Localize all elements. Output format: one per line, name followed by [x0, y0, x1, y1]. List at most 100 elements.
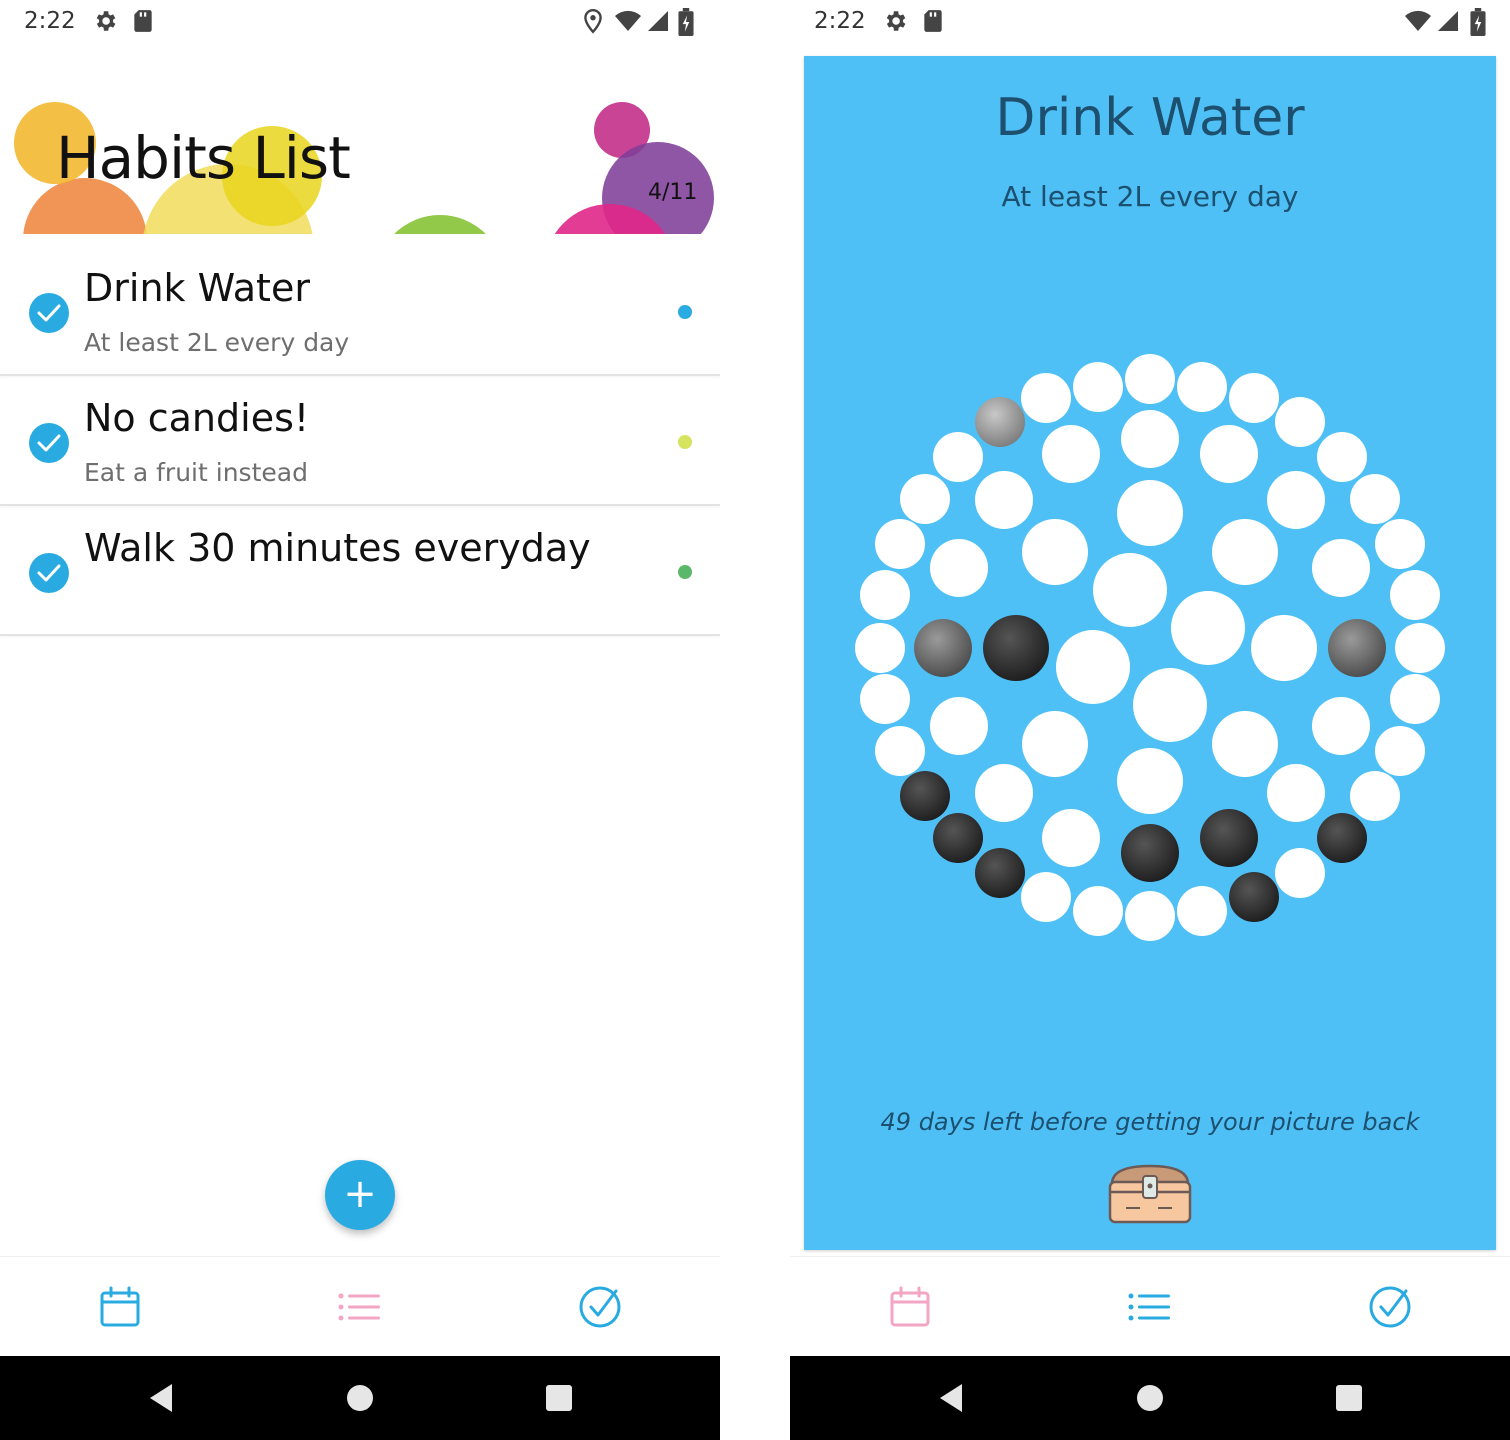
hidden-tile [1177, 362, 1227, 412]
hidden-tile [1021, 373, 1071, 423]
hidden-tile [900, 474, 950, 524]
gear-icon [886, 11, 906, 31]
days-left-text: 49 days left before getting your picture… [880, 1108, 1420, 1136]
hidden-tile [1093, 553, 1167, 627]
calendar-icon[interactable] [888, 1285, 932, 1329]
habit-color-dot [678, 565, 692, 579]
add-habit-button[interactable]: + [325, 1160, 395, 1230]
revealed-photo-tile [975, 397, 1025, 447]
hidden-tile [1117, 748, 1183, 814]
hidden-tile [1375, 519, 1425, 569]
hidden-tile [1395, 623, 1445, 673]
hidden-tile [1125, 354, 1175, 404]
hidden-tile [1212, 711, 1278, 777]
hidden-tile [1021, 872, 1071, 922]
hidden-tile [1042, 425, 1100, 483]
hidden-tile [1022, 711, 1088, 777]
list-icon[interactable] [336, 1285, 382, 1329]
hidden-tile [1133, 668, 1207, 742]
habit-subtitle: At least 2L every day [84, 328, 350, 357]
system-nav-bar [790, 1356, 1510, 1440]
wifi-icon [615, 10, 641, 31]
hidden-tile [860, 674, 910, 724]
hidden-tile [1171, 591, 1245, 665]
hidden-tile [1121, 410, 1179, 468]
calendar-icon[interactable] [98, 1285, 142, 1329]
hidden-tile [1056, 630, 1130, 704]
hidden-tile [930, 697, 988, 755]
battery-icon [1470, 8, 1486, 36]
hidden-tile [1117, 480, 1183, 546]
hidden-tile [875, 519, 925, 569]
habit-title: Drink Water [84, 266, 310, 310]
habits-counter: 4/11 [648, 180, 698, 205]
list-icon[interactable] [1126, 1285, 1172, 1329]
check-icon[interactable] [28, 422, 70, 464]
status-bar: 2:22 [0, 0, 720, 48]
hidden-tile [1317, 432, 1367, 482]
system-nav-bar [0, 1356, 720, 1440]
hidden-tile [1350, 474, 1400, 524]
home-icon[interactable] [1136, 1376, 1164, 1420]
habit-detail-card: Drink Water At least 2L every day 49 day… [804, 56, 1496, 1250]
signal-icon [648, 11, 668, 31]
check-icon[interactable] [28, 552, 70, 594]
hidden-tile [1125, 891, 1175, 941]
check-circle-icon[interactable] [1368, 1285, 1412, 1329]
habit-item-drink-water[interactable]: Drink Water At least 2L every day [0, 248, 720, 376]
hidden-tile [1177, 886, 1227, 936]
hidden-tile [1229, 373, 1279, 423]
habit-item-no-candies[interactable]: No candies! Eat a fruit instead [0, 378, 720, 506]
revealed-photo-tile [1200, 809, 1258, 867]
hidden-tile [1275, 848, 1325, 898]
revealed-photo-tile [1317, 813, 1367, 863]
status-time: 2:22 [814, 8, 866, 34]
battery-icon [678, 8, 694, 36]
check-icon[interactable] [28, 292, 70, 334]
revealed-photo-tile [900, 771, 950, 821]
hidden-tile [875, 726, 925, 776]
hidden-tile [1022, 519, 1088, 585]
hidden-tile [1312, 697, 1370, 755]
bottom-navigation [0, 1256, 720, 1356]
hidden-tile [1200, 425, 1258, 483]
hidden-tile [1267, 764, 1325, 822]
habit-item-walk[interactable]: Walk 30 minutes everyday [0, 508, 720, 636]
habit-title: Walk 30 minutes everyday [84, 526, 591, 570]
mosaic-tiles [855, 354, 1445, 941]
status-time: 2:22 [24, 8, 76, 34]
revealed-photo-tile [1121, 824, 1179, 882]
hidden-tile [1042, 809, 1100, 867]
hidden-tile [1312, 539, 1370, 597]
hidden-tile [855, 623, 905, 673]
habit-detail-screen: 2:22 Drink Water At least 2L every day 4… [790, 0, 1510, 1440]
habit-subtitle: Eat a fruit instead [84, 458, 308, 487]
hidden-tile [1350, 771, 1400, 821]
hidden-tile [975, 764, 1033, 822]
revealed-photo-tile [983, 615, 1049, 681]
revealed-photo-tile [1328, 619, 1386, 677]
hidden-tile [1390, 570, 1440, 620]
revealed-photo-tile [933, 813, 983, 863]
hidden-tile [1375, 726, 1425, 776]
habit-title: No candies! [84, 396, 310, 440]
status-bar: 2:22 [790, 0, 1510, 48]
hidden-tile [1212, 519, 1278, 585]
wifi-icon [1405, 10, 1431, 31]
back-icon[interactable] [146, 1376, 174, 1420]
progress-mosaic [855, 354, 1445, 941]
hidden-tile [1073, 362, 1123, 412]
treasure-chest-icon[interactable] [1106, 1162, 1194, 1226]
home-icon[interactable] [346, 1376, 374, 1420]
habit-color-dot [678, 435, 692, 449]
bottom-navigation [790, 1256, 1510, 1356]
sd-card-icon [924, 10, 942, 32]
check-circle-icon[interactable] [578, 1285, 622, 1329]
back-icon[interactable] [936, 1376, 964, 1420]
habit-color-dot [678, 305, 692, 319]
recents-icon[interactable] [1335, 1376, 1363, 1420]
sd-card-icon [134, 10, 152, 32]
hidden-tile [933, 432, 983, 482]
hidden-tile [1073, 886, 1123, 936]
recents-icon[interactable] [545, 1376, 573, 1420]
